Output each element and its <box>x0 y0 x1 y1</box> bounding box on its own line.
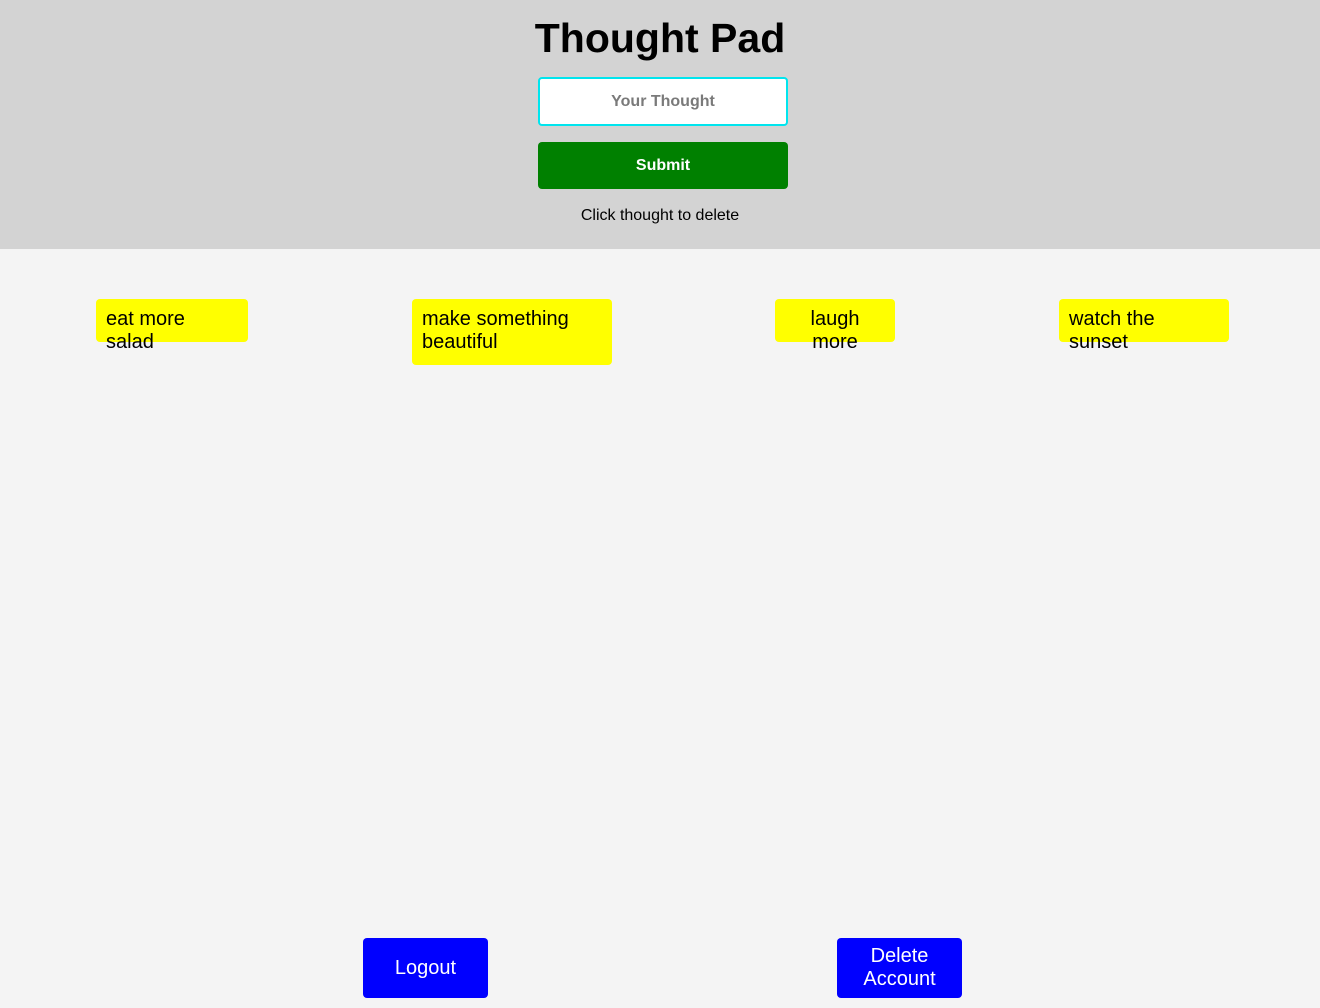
thought-item[interactable]: watch the sunset <box>1059 299 1229 353</box>
thought-item[interactable]: laugh more <box>775 299 895 353</box>
thought-item[interactable]: make something beautiful <box>412 299 612 365</box>
delete-hint: Click thought to delete <box>580 207 740 224</box>
page-title: Thought Pad <box>534 15 786 61</box>
header: Thought Pad Submit Click thought to dele… <box>0 0 1320 249</box>
delete-account-button[interactable]: Delete Account <box>837 938 962 998</box>
thought-input[interactable] <box>538 77 788 126</box>
submit-button[interactable]: Submit <box>538 142 788 189</box>
thought-item[interactable]: eat more salad <box>96 299 248 353</box>
logout-button[interactable]: Logout <box>363 938 488 998</box>
